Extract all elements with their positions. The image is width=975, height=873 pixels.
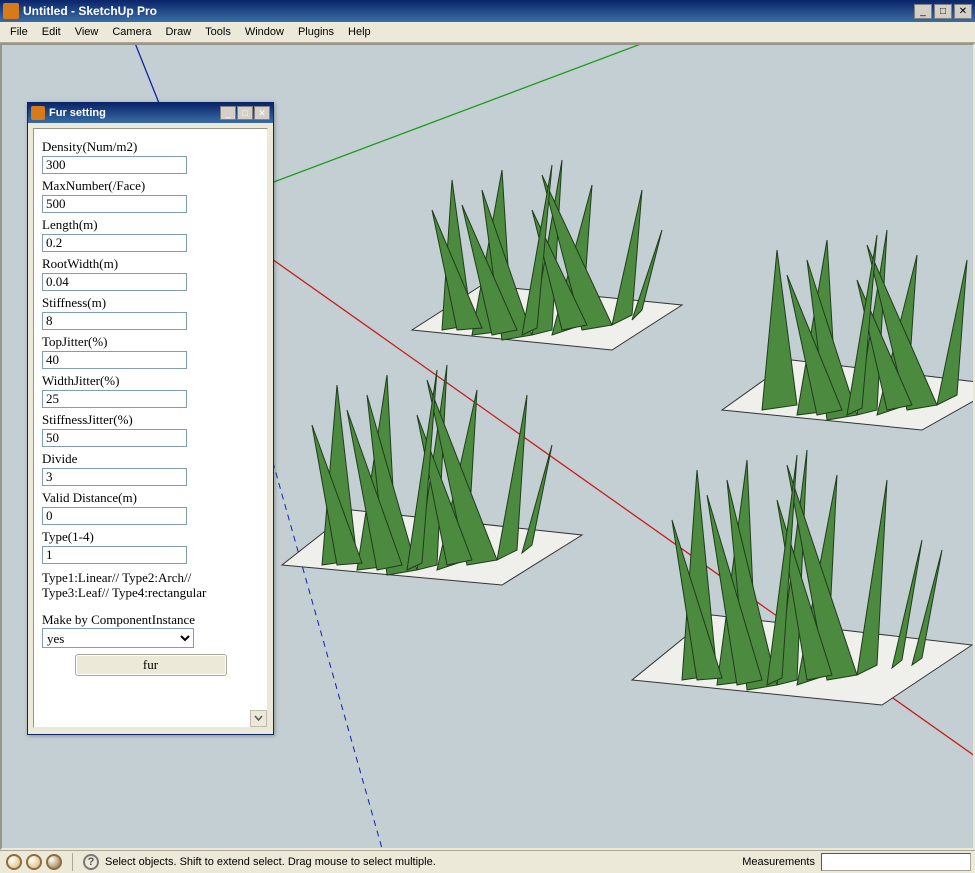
make-by-select[interactable]: yes (42, 628, 194, 648)
divide-label: Divide (42, 451, 259, 467)
topjitter-label: TopJitter(%) (42, 334, 259, 350)
measurements-input[interactable] (821, 853, 971, 871)
menu-view[interactable]: View (68, 24, 106, 40)
widthjitter-input[interactable] (42, 390, 187, 408)
fur-setting-dialog: Fur setting _ □ ✕ Density(Num/m2) MaxNum… (27, 102, 274, 735)
dialog-maximize-button[interactable]: □ (237, 106, 253, 120)
stiffnessjitter-label: StiffnessJitter(%) (42, 412, 259, 428)
rootwidth-label: RootWidth(m) (42, 256, 259, 272)
menu-window[interactable]: Window (238, 24, 291, 40)
close-button[interactable]: ✕ (954, 4, 972, 19)
rootwidth-input[interactable] (42, 273, 187, 291)
grass-patch (382, 150, 702, 360)
validdistance-input[interactable] (42, 507, 187, 525)
status-icon-2[interactable] (26, 854, 42, 870)
status-icon-3[interactable] (46, 854, 62, 870)
dialog-close-button[interactable]: ✕ (254, 106, 270, 120)
menu-help[interactable]: Help (341, 24, 378, 40)
dialog-body: Density(Num/m2) MaxNumber(/Face) Length(… (33, 128, 268, 728)
menu-draw[interactable]: Draw (158, 24, 198, 40)
dialog-titlebar[interactable]: Fur setting _ □ ✕ (28, 103, 273, 123)
stiffness-input[interactable] (42, 312, 187, 330)
window-title: Untitled - SketchUp Pro (23, 4, 914, 18)
divide-input[interactable] (42, 468, 187, 486)
window-controls: _ □ ✕ (914, 4, 972, 19)
widthjitter-label: WidthJitter(%) (42, 373, 259, 389)
menu-tools[interactable]: Tools (198, 24, 238, 40)
menu-bar: File Edit View Camera Draw Tools Window … (0, 22, 975, 43)
length-label: Length(m) (42, 217, 259, 233)
density-label: Density(Num/m2) (42, 139, 259, 155)
maxnumber-input[interactable] (42, 195, 187, 213)
length-input[interactable] (42, 234, 187, 252)
menu-edit[interactable]: Edit (35, 24, 68, 40)
fur-button[interactable]: fur (75, 654, 227, 676)
type-label: Type(1-4) (42, 529, 259, 545)
maxnumber-label: MaxNumber(/Face) (42, 178, 259, 194)
grass-patch (702, 220, 975, 440)
dialog-minimize-button[interactable]: _ (220, 106, 236, 120)
density-input[interactable] (42, 156, 187, 174)
validdistance-label: Valid Distance(m) (42, 490, 259, 506)
dialog-scroll-corner[interactable] (250, 710, 267, 727)
grass-patch (602, 440, 975, 720)
separator (72, 853, 73, 871)
app-icon (3, 3, 19, 19)
menu-file[interactable]: File (3, 24, 35, 40)
stiffness-label: Stiffness(m) (42, 295, 259, 311)
menu-plugins[interactable]: Plugins (291, 24, 341, 40)
status-hint: Select objects. Shift to extend select. … (105, 856, 736, 868)
minimize-button[interactable]: _ (914, 4, 932, 19)
status-icon-1[interactable] (6, 854, 22, 870)
type-hint-1: Type1:Linear// Type2:Arch// (42, 570, 259, 585)
status-bar: ? Select objects. Shift to extend select… (0, 850, 975, 873)
grass-patch (252, 355, 592, 595)
type-input[interactable] (42, 546, 187, 564)
dialog-title: Fur setting (49, 107, 219, 119)
type-hint-2: Type3:Leaf// Type4:rectangular (42, 585, 259, 600)
make-by-label: Make by ComponentInstance (42, 612, 259, 628)
main-titlebar: Untitled - SketchUp Pro _ □ ✕ (0, 0, 975, 22)
stiffnessjitter-input[interactable] (42, 429, 187, 447)
status-tool-indicators (0, 854, 68, 870)
dialog-app-icon (31, 106, 45, 120)
help-icon[interactable]: ? (83, 854, 99, 870)
dialog-content: Density(Num/m2) MaxNumber(/Face) Length(… (34, 129, 267, 686)
measurements-label: Measurements (736, 856, 821, 868)
maximize-button[interactable]: □ (934, 4, 952, 19)
chevron-down-icon (254, 714, 263, 723)
menu-camera[interactable]: Camera (105, 24, 158, 40)
topjitter-input[interactable] (42, 351, 187, 369)
